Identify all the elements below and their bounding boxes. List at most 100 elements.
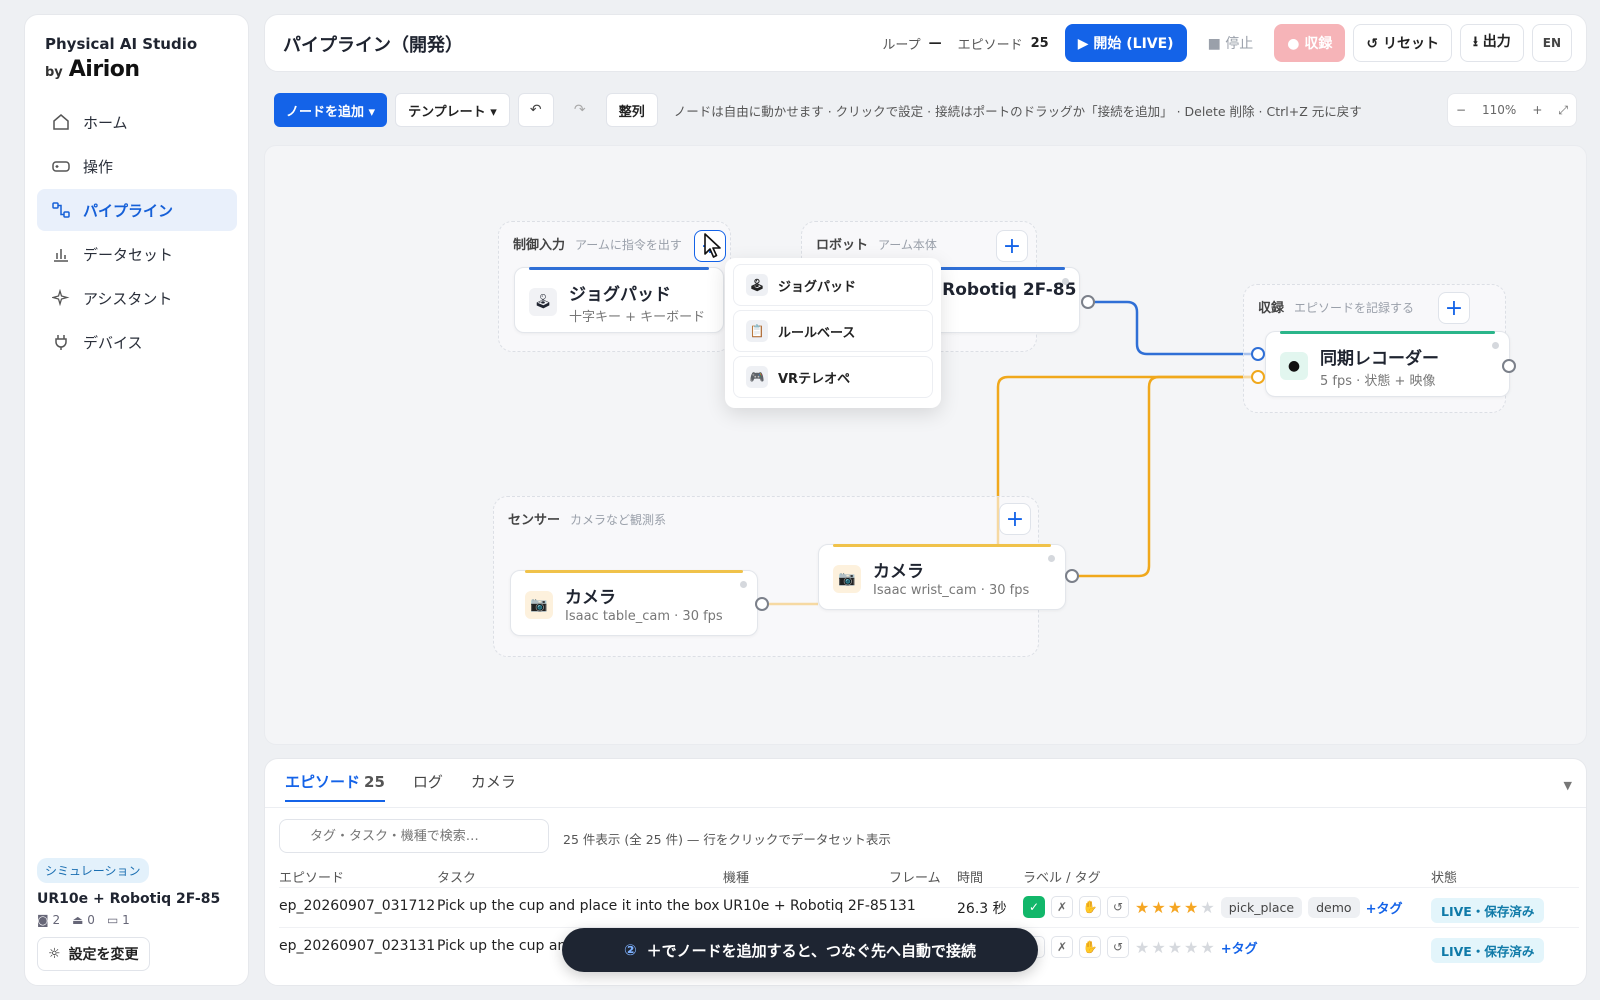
zoom-level: 110%: [1482, 103, 1517, 117]
divider: [265, 807, 1586, 808]
robot-output-port[interactable]: [1081, 295, 1095, 309]
tag-chip[interactable]: pick_place: [1220, 896, 1303, 918]
node-jogpad[interactable]: 🕹 ジョグパッド 十字キー + キーボード: [514, 267, 724, 333]
episode-id: ep_20260907_023131: [279, 938, 436, 954]
tag-chip[interactable]: demo: [1308, 896, 1360, 918]
nav-item-operate[interactable]: 操作: [37, 145, 237, 187]
page-header: パイプライン（開発） ループ — エピソード 25 ▶ 開始 (LIVE) ■ …: [264, 14, 1587, 72]
hand-icon[interactable]: ✋: [1079, 896, 1101, 918]
add-robot-node-button[interactable]: +: [996, 230, 1028, 262]
node-accent-bar: [525, 570, 743, 573]
nav-item-home[interactable]: ホーム: [37, 101, 237, 143]
label-fail-button[interactable]: ✗: [1051, 896, 1073, 918]
undo-button[interactable]: ↶: [517, 93, 554, 127]
panel-tabs: エピソード 25 ログ カメラ: [285, 771, 516, 802]
star-icon: ★: [1167, 937, 1183, 957]
menu-item-rule-based[interactable]: 📋 ルールベース: [733, 310, 933, 352]
menu-item-jogpad[interactable]: 🕹 ジョグパッド: [733, 264, 933, 306]
rating-stars[interactable]: ★ ★ ★ ★ ★: [1135, 898, 1215, 917]
episode-id: ep_20260907_031712: [279, 898, 436, 914]
result-count: 25 件表示 (全 25 件) — 行をクリックでデータセット表示: [563, 832, 891, 847]
column-header[interactable]: エピソード: [279, 867, 344, 886]
redo-button[interactable]: ↷: [562, 93, 598, 127]
tutorial-toast: ② ＋でノードを追加すると、つなぐ先へ自動で接続: [562, 928, 1038, 972]
fit-view-button[interactable]: ⤢: [1558, 103, 1568, 118]
collapse-panel-icon[interactable]: ▼: [1564, 779, 1572, 792]
add-tag-button[interactable]: +タグ: [1221, 938, 1258, 957]
add-sensor-node-button[interactable]: +: [999, 503, 1031, 535]
episode-search-input[interactable]: [279, 819, 549, 853]
nav-item-devices[interactable]: デバイス: [37, 321, 237, 363]
robot-count: ⏏ 0: [72, 913, 95, 927]
nav-item-assistant[interactable]: アシスタント: [37, 277, 237, 319]
star-icon: ★: [1184, 937, 1199, 957]
nav-item-dataset[interactable]: データセット: [37, 233, 237, 275]
align-button[interactable]: 整列: [605, 93, 658, 127]
record-button[interactable]: ● 収録: [1274, 24, 1346, 62]
hand-icon[interactable]: ✋: [1079, 936, 1101, 958]
language-toggle[interactable]: EN: [1531, 24, 1572, 62]
zoom-out-button[interactable]: −: [1456, 103, 1466, 117]
label-fail-button[interactable]: ✗: [1051, 936, 1073, 958]
label-success-button[interactable]: ✓: [1023, 896, 1045, 918]
input-count: ▭ 1: [106, 913, 130, 927]
zoom-in-button[interactable]: +: [1532, 103, 1542, 117]
column-header[interactable]: 機種: [723, 867, 749, 886]
node-title: + Robotiq 2F-85: [922, 280, 1077, 300]
star-icon: ★: [1184, 897, 1199, 917]
episode-count: 25: [1030, 35, 1049, 51]
column-header[interactable]: ラベル / タグ: [1023, 867, 1101, 886]
nav-item-pipeline[interactable]: パイプライン: [37, 189, 237, 231]
column-header[interactable]: 状態: [1431, 867, 1457, 886]
menu-item-vr-teleop[interactable]: 🎮 VRテレオペ: [733, 356, 933, 398]
camera-table-output-port[interactable]: [755, 597, 769, 611]
table-row[interactable]: ep_20260907_031712 Pick up the cup and p…: [279, 887, 1579, 927]
editor-hint: ノードは自由に動かせます · クリックで設定 · 接続はポートのドラッグか「接続…: [673, 103, 1362, 119]
add-tag-button[interactable]: +タグ: [1366, 898, 1403, 917]
replay-icon[interactable]: ↺: [1107, 936, 1129, 958]
add-recorder-node-button[interactable]: +: [1438, 292, 1470, 324]
sparkle-icon: [51, 288, 71, 308]
keyboard-icon: ▭: [106, 913, 119, 927]
recorder-video-input-port[interactable]: [1251, 370, 1265, 384]
record-dot-icon: ●: [1280, 352, 1308, 380]
tab-log[interactable]: ログ: [413, 771, 443, 802]
reset-button[interactable]: ↺ リセット: [1353, 24, 1452, 62]
camera-wrist-output-port[interactable]: [1065, 569, 1079, 583]
mouse-cursor-icon: [704, 233, 721, 258]
start-live-button[interactable]: ▶ 開始 (LIVE): [1064, 24, 1187, 62]
change-settings-button[interactable]: ☼ 設定を変更: [37, 937, 150, 971]
node-subtitle: 十字キー + キーボード: [569, 310, 706, 325]
nav-item-label: アシスタント: [83, 289, 173, 308]
group-title: 収録: [1258, 301, 1285, 316]
nav-item-label: パイプライン: [83, 201, 174, 220]
brand-by: by: [45, 65, 63, 80]
loop-value: —: [928, 35, 942, 51]
stop-button[interactable]: ■ 停止: [1194, 24, 1267, 62]
gear-icon: ☼: [48, 946, 61, 962]
node-camera-table[interactable]: 📷 カメラ Isaac table_cam · 30 fps: [510, 570, 758, 636]
change-settings-label: 設定を変更: [68, 947, 139, 963]
column-header[interactable]: タスク: [437, 867, 476, 886]
replay-icon[interactable]: ↺: [1107, 896, 1129, 918]
pipeline-canvas[interactable]: 制御入力 アームに指令を出す + 🕹 ジョグパッド 十字キー + キーボード ロ…: [264, 145, 1587, 745]
column-header[interactable]: 時間: [957, 867, 983, 886]
node-accent-bar: [833, 544, 1051, 547]
robot-name: UR10e + Robotiq 2F-85: [37, 891, 221, 907]
recorder-state-input-port[interactable]: [1251, 347, 1265, 361]
recorder-output-port[interactable]: [1502, 359, 1516, 373]
tab-episodes[interactable]: エピソード 25: [285, 771, 385, 802]
plus-icon: +: [1002, 233, 1022, 259]
template-dropdown[interactable]: テンプレート ▾: [395, 93, 510, 127]
column-header[interactable]: フレーム: [889, 867, 941, 886]
camera-count: ◙ 2: [37, 913, 61, 927]
star-icon: ★: [1200, 897, 1215, 917]
add-node-button[interactable]: ノードを追加 ▾: [274, 93, 388, 127]
tab-camera[interactable]: カメラ: [471, 771, 516, 802]
node-sync-recorder[interactable]: ● 同期レコーダー 5 fps · 状態 + 映像: [1265, 331, 1510, 397]
rating-stars[interactable]: ★ ★ ★ ★ ★: [1135, 938, 1215, 957]
brand-logo[interactable]: Physical AI Studio by Airion: [45, 35, 197, 82]
status-badge: LIVE・保存済み: [1431, 898, 1545, 923]
node-camera-wrist[interactable]: 📷 カメラ Isaac wrist_cam · 30 fps: [818, 544, 1066, 610]
export-button[interactable]: ⭳ 出力: [1459, 24, 1524, 62]
